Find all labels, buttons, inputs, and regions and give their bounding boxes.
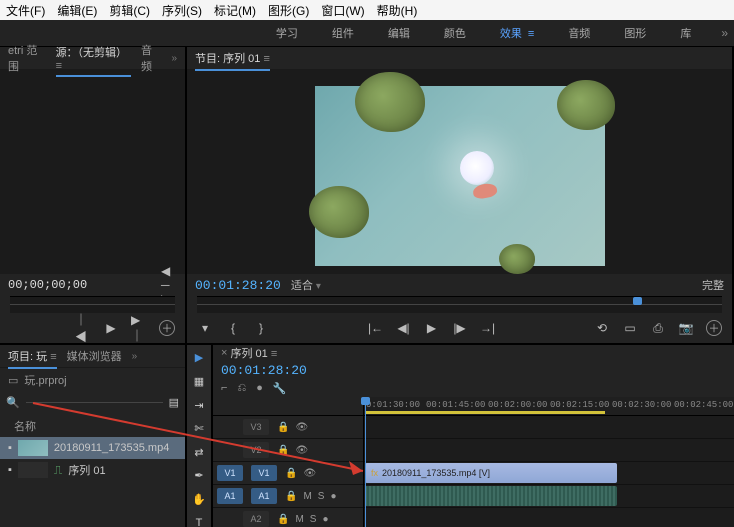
track-a2-label[interactable]: A2 [243, 511, 269, 527]
source-ruler[interactable] [10, 296, 175, 313]
ws-effects[interactable]: 效果 [492, 21, 542, 45]
extract-icon[interactable]: ▭ [622, 320, 638, 336]
timeline-timecode[interactable]: 00:01:28:20 [221, 363, 307, 378]
solo-icon[interactable]: S [318, 491, 325, 502]
menu-graphics[interactable]: 图形(G) [268, 2, 309, 19]
source-timecode[interactable]: 00;00;00;00 [8, 278, 87, 292]
tab-project[interactable]: 项目: 玩 ≡ [8, 348, 57, 364]
tab-source[interactable]: 源：（无剪辑） ≡ [56, 44, 131, 72]
video-clip[interactable]: fx 20180911_173535.mp4 [V] [365, 463, 617, 483]
mute-icon[interactable]: M [303, 491, 311, 502]
ws-learn[interactable]: 学习 [268, 21, 306, 45]
mark-out-icon[interactable]: } [253, 320, 269, 336]
project-more-icon[interactable]: » [132, 351, 138, 362]
tab-audio-meter[interactable]: 音频 [141, 42, 161, 74]
type-tool-icon[interactable]: T [191, 516, 207, 527]
bin-icon: ▭ [8, 374, 18, 387]
workspace-tabs: 学习 组件 编辑 颜色 效果 音频 图形 库 » [0, 20, 734, 47]
lock-icon[interactable]: 🔒 [285, 491, 297, 502]
search-icon[interactable]: 🔍 [6, 396, 20, 409]
source-viewer [0, 70, 185, 274]
menu-clip[interactable]: 剪辑(C) [109, 2, 150, 19]
ws-more-icon[interactable]: » [721, 26, 728, 40]
program-viewer[interactable] [315, 86, 605, 266]
ws-audio[interactable]: 音频 [560, 21, 598, 45]
menu-help[interactable]: 帮助(H) [377, 2, 418, 19]
ws-graphics[interactable]: 图形 [616, 21, 654, 45]
hand-tool-icon[interactable]: ✋ [191, 493, 207, 507]
rec-icon[interactable]: ● [322, 514, 328, 525]
menu-file[interactable]: 文件(F) [6, 2, 45, 19]
track-select-tool-icon[interactable]: ▦ [191, 375, 207, 389]
export-frame-icon[interactable]: ⎙ [650, 320, 666, 336]
ws-color[interactable]: 颜色 [436, 21, 474, 45]
track-a1-label[interactable]: A1 [251, 488, 277, 504]
selection-tool-icon[interactable]: ▶ [191, 351, 207, 365]
mute-icon[interactable]: M [295, 514, 303, 525]
ws-assembly[interactable]: 组件 [324, 21, 362, 45]
program-ruler[interactable] [197, 296, 722, 313]
ruler-tick: 00:02:15:00 [550, 400, 609, 410]
rec-icon[interactable]: ● [330, 491, 336, 502]
lift-icon[interactable]: ⟲ [594, 320, 610, 336]
camera-icon[interactable]: 📷 [678, 320, 694, 336]
menu-window[interactable]: 窗口(W) [321, 2, 364, 19]
marker-add-icon[interactable]: ▾ [197, 320, 213, 336]
zoom-fit-dropdown[interactable]: 适合 ▾ [291, 277, 321, 293]
menu-bar: 文件(F) 编辑(E) 剪辑(C) 序列(S) 标记(M) 图形(G) 窗口(W… [0, 0, 734, 20]
lilypad-image [309, 186, 369, 238]
src-add-button[interactable]: ＋ [159, 320, 175, 336]
src-a1-patch[interactable]: A1 [217, 488, 243, 504]
go-to-out-icon[interactable]: →| [480, 320, 496, 336]
tab-media-browser[interactable]: 媒体浏览器 [67, 348, 122, 364]
ws-library[interactable]: 库 [672, 21, 699, 45]
zoom-slider-icon[interactable]: ◀ ─ ▶ [161, 277, 177, 293]
timeline-panel: × 序列 01 ≡ 00:01:28:20 ⌐ ⎌ ● 🔧 V3🔒👁 V2🔒👁 … [213, 345, 734, 527]
step-forward-icon[interactable]: |▶ [452, 320, 468, 336]
src-prev-button[interactable]: ｜◀ [75, 320, 91, 336]
ruler-tick: 00:02:45:00 [674, 400, 733, 410]
menu-edit[interactable]: 编辑(E) [57, 2, 97, 19]
program-timecode[interactable]: 00:01:28:20 [195, 278, 281, 293]
program-panel: 节目: 序列 01 ≡ 00:01:28:20 适合 ▾ 完整 ▾ { [187, 47, 734, 343]
src-play-button[interactable]: ▶ [103, 320, 119, 336]
lilypad-image [557, 80, 615, 130]
source-panel: etri 范围 源：（无剪辑） ≡ 音频 » 00;00;00;00 ◀ ─ ▶… [0, 47, 187, 343]
tab-sequence[interactable]: 序列 01 ≡ [231, 345, 278, 361]
tab-program[interactable]: 节目: 序列 01 ≡ [195, 50, 270, 66]
lilypad-image [355, 72, 425, 132]
step-back-icon[interactable]: ◀| [396, 320, 412, 336]
solo-icon[interactable]: S [310, 514, 317, 525]
menu-sequence[interactable]: 序列(S) [162, 2, 202, 19]
button-editor-icon[interactable]: ＋ [706, 320, 722, 336]
lilypad-image [499, 244, 535, 274]
ruler-tick: 00:01:45:00 [426, 400, 485, 410]
source-more-icon[interactable]: » [171, 53, 177, 64]
clip-label: 20180911_173535.mp4 [V] [382, 468, 490, 478]
tab-lumetri-scopes[interactable]: etri 范围 [8, 42, 46, 74]
src-next-button[interactable]: ▶｜ [131, 320, 147, 336]
ruler-tick: 00:02:00:00 [488, 400, 547, 410]
lock-icon[interactable]: 🔒 [277, 514, 289, 525]
ws-editing[interactable]: 编辑 [380, 21, 418, 45]
play-icon[interactable]: ▶ [424, 320, 440, 336]
ruler-tick: 00:02:30:00 [612, 400, 671, 410]
resolution-dropdown[interactable]: 完整 [702, 277, 724, 293]
timeline-tracks[interactable]: 0:01:30:00 00:01:45:00 00:02:00:00 00:02… [364, 397, 734, 527]
program-playhead[interactable] [633, 297, 642, 305]
mark-in-icon[interactable]: { [225, 320, 241, 336]
annotation-arrow [23, 393, 383, 483]
project-file-label: 玩.prproj [24, 372, 66, 388]
light-orb [460, 151, 494, 185]
timeline-ruler[interactable]: 0:01:30:00 00:01:45:00 00:02:00:00 00:02… [364, 397, 734, 416]
menu-marker[interactable]: 标记(M) [214, 2, 256, 19]
audio-clip[interactable] [365, 486, 617, 506]
work-area-bar[interactable] [365, 411, 605, 414]
go-to-in-icon[interactable]: |← [368, 320, 384, 336]
